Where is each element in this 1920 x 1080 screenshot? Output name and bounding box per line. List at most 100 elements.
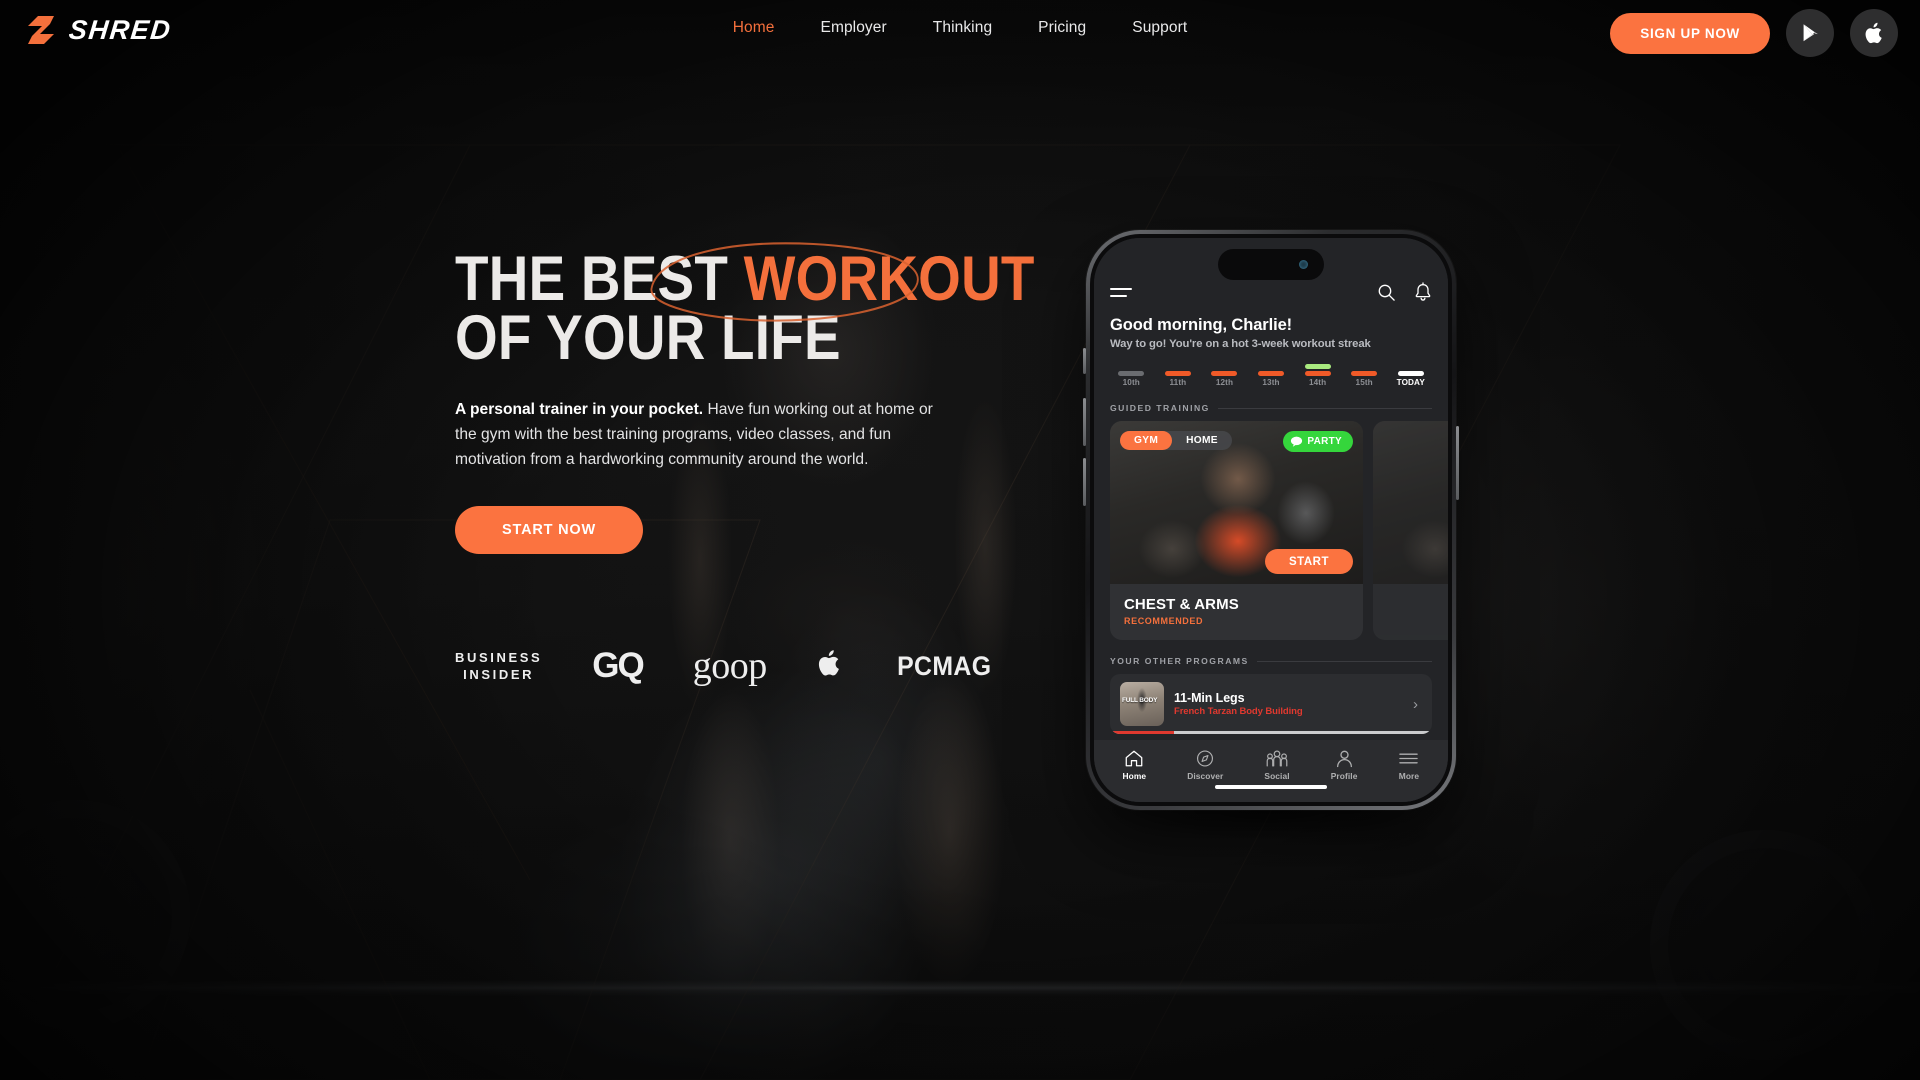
guided-training-label: GUIDED TRAINING [1110,403,1210,413]
tab-label: Home [1122,771,1147,781]
shred-s-logo-icon [28,16,54,44]
business-insider-line-2: INSIDER [463,667,535,683]
party-badge[interactable]: PARTY [1283,431,1353,452]
nav-link-thinking[interactable]: Thinking [933,19,992,37]
program-progress-bar [1110,731,1432,734]
tab-label: Discover [1187,771,1224,781]
daystrip-day-12th[interactable]: 12th [1201,362,1248,387]
guided-training-card-body: CHEST & ARMS RECOMMENDED [1110,584,1363,640]
daystrip-bar-green [1304,364,1331,369]
daystrip-bars [1304,362,1331,376]
app-tab-bar: Home Discover Social Profile More [1094,740,1448,785]
app-greeting: Good morning, Charlie! Way to go! You're… [1094,302,1448,350]
phone-screen: Good morning, Charlie! Way to go! You're… [1094,238,1448,802]
tab-profile[interactable]: Profile [1331,749,1358,781]
hero-content: THE BEST WORKOUT OF YOUR LIFE A personal… [455,242,1034,688]
program-thumbnail: FULL BODY [1120,682,1164,726]
nav-link-support[interactable]: Support [1132,19,1187,37]
guided-training-carousel[interactable]: GYM HOME PARTY START CHEST & ARMS RECOMM… [1094,413,1448,640]
phone-volume-up-button[interactable] [1083,398,1086,446]
tab-home[interactable]: Home [1123,749,1147,781]
guided-training-card[interactable]: GYM HOME PARTY START CHEST & ARMS RECOMM… [1110,421,1363,640]
daystrip-bars [1397,362,1424,376]
daystrip-bar [1304,371,1331,376]
daystrip-bars [1118,362,1145,376]
app-top-icons [1377,282,1432,302]
top-navigation-bar: SHRED Home Employer Thinking Pricing Sup… [0,0,1920,58]
google-play-button[interactable] [1786,9,1834,57]
daystrip-day-14th[interactable]: 14th [1294,362,1341,387]
party-label: PARTY [1307,436,1342,447]
guided-training-card-next-image [1373,421,1448,584]
daystrip-label: 10th [1122,378,1140,387]
nav-link-employer[interactable]: Employer [821,19,887,37]
program-text: 11-Min Legs French Tarzan Body Building [1174,691,1403,717]
phone-power-button[interactable] [1456,426,1459,500]
app-store-button[interactable] [1850,9,1898,57]
goop-logo: goop [692,645,768,688]
press-logo-row: BUSINESS INSIDER GQ goop PCMAG [455,644,991,688]
hamburger-menu-icon[interactable] [1110,287,1132,297]
greeting-subtitle: Way to go! You're on a hot 3-week workou… [1110,338,1371,350]
card-title: CHEST & ARMS [1124,596,1239,613]
tab-label: More [1398,771,1420,781]
list-item[interactable]: FULL BODY 11-Min Legs French Tarzan Body… [1110,674,1432,734]
business-insider-line-1: BUSINESS [455,649,543,665]
chip-group: GYM HOME [1120,431,1232,450]
daystrip-label: 14th [1308,378,1327,387]
home-indicator [1094,785,1448,802]
daystrip-label-today: TODAY [1396,378,1425,387]
hero-background [0,0,1920,1080]
headline-line-2: OF YOUR LIFE [455,303,841,374]
sign-up-now-button[interactable]: SIGN UP NOW [1610,12,1770,54]
other-programs-label: YOUR OTHER PROGRAMS [1110,656,1249,666]
chip-gym[interactable]: GYM [1120,431,1173,450]
chip-home[interactable]: HOME [1172,431,1232,450]
tab-more[interactable]: More [1398,749,1419,781]
nav-link-pricing[interactable]: Pricing [1038,19,1086,37]
program-progress-fill [1110,731,1175,734]
nav-link-home[interactable]: Home [733,19,775,37]
program-title: 11-Min Legs [1174,691,1245,705]
chevron-right-icon[interactable]: › [1413,696,1422,713]
card-start-button[interactable]: START [1265,549,1353,574]
bell-icon[interactable] [1414,282,1432,302]
daystrip-day-13th[interactable]: 13th [1248,362,1295,387]
daystrip-bar [1211,371,1238,376]
guided-training-card-next-body [1373,584,1448,610]
daystrip-day-today[interactable]: TODAY [1387,362,1434,387]
tab-social[interactable]: Social [1264,749,1290,781]
chat-bubble-icon [1291,436,1303,447]
daystrip-bar-today [1397,371,1424,376]
daystrip-bars [1258,362,1285,376]
tab-label: Profile [1330,771,1358,781]
gq-logo: GQ [592,646,644,686]
people-group-icon [1266,750,1288,767]
business-insider-logo: BUSINESS INSIDER [455,649,542,684]
guided-training-section-header: GUIDED TRAINING [1094,387,1448,413]
brand-wordmark: SHRED [67,14,174,45]
google-play-icon [1803,24,1818,42]
daystrip-day-15th[interactable]: 15th [1341,362,1388,387]
apple-logo-icon [1865,22,1882,43]
tab-discover[interactable]: Discover [1187,749,1223,781]
search-icon[interactable] [1377,283,1396,302]
start-now-button[interactable]: START NOW [455,506,643,555]
program-subtitle: French Tarzan Body Building [1174,706,1303,717]
tab-label: Social [1264,771,1290,781]
daystrip-day-10th[interactable]: 10th [1108,362,1155,387]
phone-volume-down-button[interactable] [1083,458,1086,506]
dynamic-island [1218,249,1324,280]
hero-vignette [0,0,1920,1080]
guided-training-card-next[interactable] [1373,421,1448,640]
phone-frame: Good morning, Charlie! Way to go! You're… [1083,230,1459,810]
daystrip-bars [1164,362,1191,376]
other-programs-list: FULL BODY 11-Min Legs French Tarzan Body… [1094,666,1448,734]
brand-logo[interactable]: SHRED [24,13,174,47]
workout-location-toggle: GYM HOME [1120,431,1232,450]
hero-lede: A personal trainer in your pocket. Have … [455,398,935,472]
daystrip-day-11th[interactable]: 11th [1155,362,1202,387]
phone-silent-switch[interactable] [1083,348,1086,374]
daystrip-bar [1164,371,1191,376]
program-thumbnail-text: FULL BODY [1122,697,1158,704]
